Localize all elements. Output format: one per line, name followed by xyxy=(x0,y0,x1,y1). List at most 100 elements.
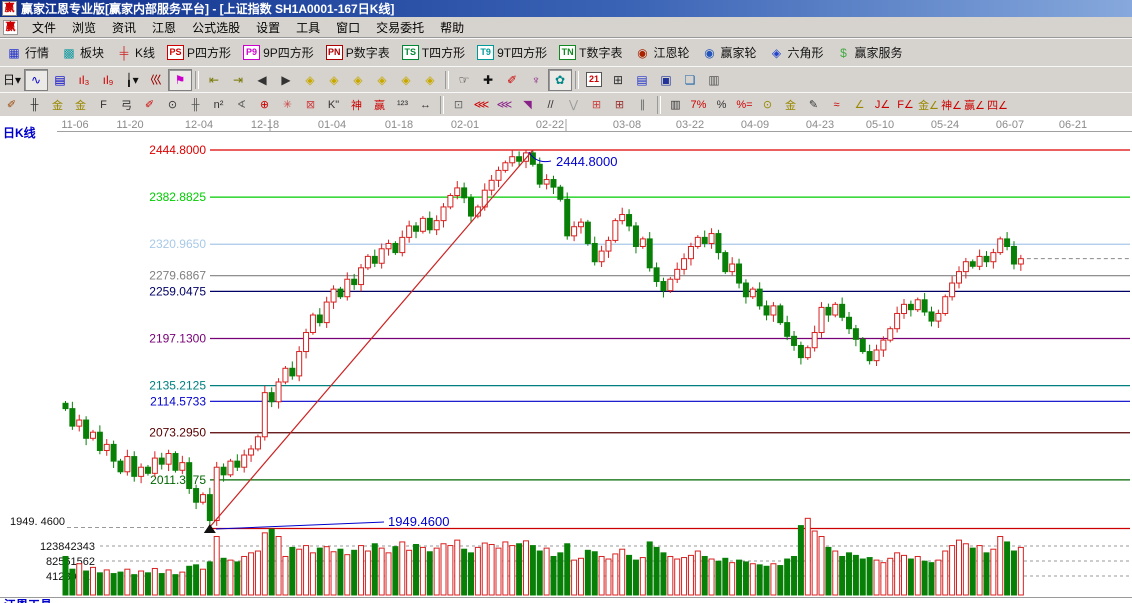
menu-item-8[interactable]: 交易委托 xyxy=(368,19,432,37)
first-page-button[interactable]: ⇤ xyxy=(202,69,226,91)
wave-brain-icon[interactable]: ✿ xyxy=(548,68,572,91)
percent-icon[interactable]: % xyxy=(710,94,733,115)
diamond-split-icon[interactable]: ◈ xyxy=(346,69,370,91)
crosshair-tool-icon[interactable]: ✚ xyxy=(476,69,500,91)
menu-item-0[interactable]: 文件 xyxy=(24,19,64,37)
calendar-icon[interactable]: 21 xyxy=(582,69,606,91)
percent-lines-icon[interactable]: %= xyxy=(733,94,756,115)
angle-measure-icon[interactable]: ✐ xyxy=(500,69,524,91)
four-angle-icon[interactable]: 四∠ xyxy=(986,94,1009,115)
star-grid-icon[interactable]: ✳ xyxy=(276,94,299,115)
angle-a-icon[interactable]: ∢ xyxy=(230,94,253,115)
gold-angle-icon[interactable]: ∠ xyxy=(848,94,871,115)
t-square-button[interactable]: TS T四方形 xyxy=(396,41,471,65)
volume-scale-label: 123842343 xyxy=(40,541,95,553)
diamond-right-icon[interactable]: ◈ xyxy=(322,69,346,91)
gold-circle-icon[interactable]: ⊙ xyxy=(756,94,779,115)
gann-fan-red-icon[interactable]: ⋘ xyxy=(470,94,493,115)
plain-ruler-icon[interactable]: ╫ xyxy=(184,94,207,115)
shen-ruler-icon[interactable]: 神 xyxy=(345,94,368,115)
compass-cross-icon[interactable]: ⊕ xyxy=(253,94,276,115)
pivot-box-icon[interactable]: ⊡ xyxy=(447,94,470,115)
p-table-button[interactable]: PN P数字表 xyxy=(320,41,396,65)
time-grid-icon[interactable]: ⊞ xyxy=(608,94,631,115)
diamond-merge-icon[interactable]: ◈ xyxy=(370,69,394,91)
menu-item-5[interactable]: 设置 xyxy=(248,19,288,37)
t-square-icon: TS xyxy=(401,45,419,60)
candle-style-button[interactable]: ╽▾ xyxy=(120,69,144,91)
hand-tool-icon[interactable]: ☞ xyxy=(452,69,476,91)
wave-average-icon[interactable]: ≈ xyxy=(825,94,848,115)
red-marker-icon[interactable]: ✐ xyxy=(138,94,161,115)
gann-art-icon[interactable]: 巛 xyxy=(144,69,168,91)
gold-lines-icon[interactable]: 金 xyxy=(779,94,802,115)
child-window-icon[interactable]: 赢 xyxy=(3,19,18,35)
last-page-button[interactable]: ⇥ xyxy=(226,69,250,91)
trend-chart-icon[interactable]: ∿ xyxy=(24,68,48,91)
ruler-123-icon[interactable]: ¹²³ xyxy=(391,94,414,115)
time-ruler-icon[interactable]: ╫ xyxy=(23,94,46,115)
menu-item-3[interactable]: 江恩 xyxy=(144,19,184,37)
angle-lines-icon[interactable]: // xyxy=(539,94,562,115)
k-quote-icon[interactable]: K" xyxy=(322,94,345,115)
save-icon[interactable]: ▣ xyxy=(654,69,678,91)
prev-button[interactable]: ◀ xyxy=(250,69,274,91)
kline-button[interactable]: ╪ K线 xyxy=(110,41,161,65)
hexagon-button[interactable]: ◈ 六角形 xyxy=(763,41,830,65)
notebook-icon[interactable]: ▤ xyxy=(630,69,654,91)
menu-item-7[interactable]: 窗口 xyxy=(328,19,368,37)
info-board-icon[interactable]: ▤ xyxy=(48,69,72,91)
menu-item-9[interactable]: 帮助 xyxy=(432,19,472,37)
zigzag-icon[interactable]: ⋁ xyxy=(562,94,585,115)
bars-9-icon[interactable]: ıl₉ xyxy=(96,69,120,91)
shen-angle-icon[interactable]: 神∠ xyxy=(940,94,963,115)
gann-wheel-button[interactable]: ◉ 江恩轮 xyxy=(628,41,695,65)
next-button[interactable]: ▶ xyxy=(274,69,298,91)
bars-3-icon[interactable]: ıl₃ xyxy=(72,69,96,91)
percent-retrace-icon[interactable]: 7% xyxy=(687,94,710,115)
winner-wheel-button[interactable]: ◉ 赢家轮 xyxy=(695,41,762,65)
j-angle-icon[interactable]: J∠ xyxy=(871,94,894,115)
gann-fan-purple-icon[interactable]: ⋘ xyxy=(493,94,516,115)
f-angle-icon[interactable]: F∠ xyxy=(894,94,917,115)
draw-knife-icon[interactable]: ✐ xyxy=(0,94,23,115)
flag-indicator-icon[interactable]: ⚑ xyxy=(168,68,192,91)
diamond-left-icon[interactable]: ◈ xyxy=(298,69,322,91)
winner-service-button[interactable]: $ 赢家服务 xyxy=(830,41,909,65)
share-icon[interactable]: ❏ xyxy=(678,69,702,91)
width-arrows-icon[interactable]: ↔ xyxy=(414,94,437,115)
scale-bars-icon[interactable]: ▥ xyxy=(664,94,687,115)
computer-icon[interactable]: ▥ xyxy=(702,69,726,91)
gold-ruler1-icon[interactable]: 金 xyxy=(46,94,69,115)
p-square-button[interactable]: PS P四方形 xyxy=(161,41,237,65)
sectors-button[interactable]: ▩ 板块 xyxy=(55,41,110,65)
t-table-button[interactable]: TN T数字表 xyxy=(553,41,628,65)
win-angle-icon[interactable]: 赢∠ xyxy=(963,94,986,115)
diamond-all-icon[interactable]: ◈ xyxy=(418,69,442,91)
quotes-button[interactable]: ▦ 行情 xyxy=(0,41,55,65)
clock-ruler-icon[interactable]: ⊙ xyxy=(161,94,184,115)
n2-ruler-icon[interactable]: n² xyxy=(207,94,230,115)
pen-note-icon[interactable]: ✎ xyxy=(802,94,825,115)
chart-panel[interactable]: 日K线 11-06 11-20 12-04 12-18 01-04 01-18 02-01 02… xyxy=(0,116,1132,603)
gann-pattern-icon[interactable]: ♆ xyxy=(524,69,548,91)
gold-ruler2-icon[interactable]: 金 xyxy=(69,94,92,115)
menu-item-4[interactable]: 公式选股 xyxy=(184,19,248,37)
9p-square-button[interactable]: P9 9P四方形 xyxy=(237,41,320,65)
price-grid-icon[interactable]: ⊞ xyxy=(585,94,608,115)
parallel-lines-icon[interactable]: ∥ xyxy=(631,94,654,115)
period-day-button[interactable]: 日▾ xyxy=(0,69,24,91)
calculator-icon[interactable]: ⊞ xyxy=(606,69,630,91)
win-ruler-icon[interactable]: 赢 xyxy=(368,94,391,115)
9t-square-button[interactable]: T9 9T四方形 xyxy=(471,41,553,65)
f-ruler-icon[interactable]: F xyxy=(92,94,115,115)
diamond-cross-icon[interactable]: ◈ xyxy=(394,69,418,91)
spiral-ruler-icon[interactable]: 弓 xyxy=(115,94,138,115)
menu-item-1[interactable]: 浏览 xyxy=(64,19,104,37)
menu-item-6[interactable]: 工具 xyxy=(288,19,328,37)
gann-fan-box-icon[interactable]: ◥ xyxy=(516,94,539,115)
box-grid-icon[interactable]: ⊠ xyxy=(299,94,322,115)
menu-item-2[interactable]: 资讯 xyxy=(104,19,144,37)
kline-chart-svg[interactable]: 日K线 11-06 11-20 12-04 12-18 01-04 01-18 02-01 02… xyxy=(0,116,1132,603)
gold-angle2-icon[interactable]: 金∠ xyxy=(917,94,940,115)
